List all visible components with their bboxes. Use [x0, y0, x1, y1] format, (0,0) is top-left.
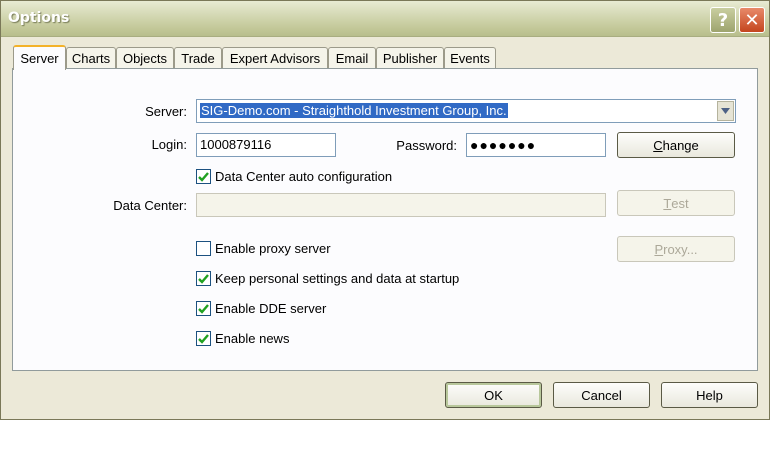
password-label: Password: [396, 138, 457, 153]
close-button[interactable]: ✕ [739, 7, 765, 33]
data-center-label: Data Center: [113, 198, 187, 213]
tab-label: Trade [181, 51, 215, 66]
login-field[interactable]: 1000879116 [196, 133, 336, 157]
change-accel-key: C [653, 137, 663, 153]
title-bar[interactable]: Options ? ✕ [1, 1, 769, 37]
server-combobox[interactable]: SIG-Demo.com - Straighthold Investment G… [196, 99, 736, 123]
help-icon: ? [717, 9, 729, 31]
cancel-label: Cancel [581, 387, 622, 403]
tab-label: Objects [122, 51, 168, 66]
checkbox-label: Keep personal settings and data at start… [215, 271, 460, 286]
test-accel-key: T [663, 195, 672, 211]
checkbox-box[interactable] [196, 271, 211, 286]
tab-label: Expert Advisors [229, 51, 321, 66]
tab-label: Charts [71, 51, 111, 66]
password-field[interactable]: ●●●●●●● [466, 133, 606, 157]
server-tab-panel: Server: SIG-Demo.com - Straighthold Inve… [12, 68, 758, 371]
tab-charts[interactable]: Charts [66, 47, 116, 69]
proxy-accel-key: P [654, 241, 664, 257]
help-title-button[interactable]: ? [710, 7, 736, 33]
close-icon: ✕ [744, 9, 760, 31]
help-label: Help [696, 387, 723, 403]
tab-events[interactable]: Events [444, 47, 496, 69]
enable-proxy-checkbox[interactable]: Enable proxy server [196, 241, 331, 256]
checkbox-label: Data Center auto configuration [215, 169, 393, 184]
change-label: hange [662, 137, 699, 153]
checkbox-box[interactable] [196, 331, 211, 346]
checkbox-label: Enable DDE server [215, 301, 327, 316]
proxy-label: roxy... [663, 241, 698, 257]
tab-expert-advisors[interactable]: Expert Advisors [222, 47, 328, 69]
tab-server[interactable]: Server [13, 45, 66, 70]
tab-label: Email [335, 51, 369, 66]
test-label: est [671, 195, 689, 211]
dropdown-arrow-icon[interactable] [717, 101, 734, 121]
tab-label: Publisher [382, 51, 438, 66]
keep-settings-checkbox[interactable]: Keep personal settings and data at start… [196, 271, 459, 286]
checkbox-box[interactable] [196, 301, 211, 316]
tab-publisher[interactable]: Publisher [376, 47, 444, 69]
password-value: ●●●●●●● [470, 137, 537, 153]
tab-email[interactable]: Email [328, 47, 376, 69]
proxy-button: Proxy... [617, 236, 735, 262]
tab-label: Server [20, 51, 59, 66]
tab-objects[interactable]: Objects [116, 47, 174, 69]
ok-label: OK [484, 387, 503, 403]
login-label: Login: [151, 137, 187, 152]
server-value: SIG-Demo.com - Straighthold Investment G… [200, 103, 508, 118]
cancel-button[interactable]: Cancel [553, 382, 650, 408]
help-button[interactable]: Help [661, 382, 758, 408]
checkbox-box[interactable] [196, 241, 211, 256]
test-button: Test [617, 190, 735, 216]
checkbox-label: Enable news [215, 331, 290, 346]
data-center-auto-checkbox[interactable]: Data Center auto configuration [196, 169, 392, 184]
tab-trade[interactable]: Trade [174, 47, 222, 69]
data-center-field [196, 193, 606, 217]
tab-label: Events [450, 51, 490, 66]
enable-news-checkbox[interactable]: Enable news [196, 331, 289, 346]
checkbox-box[interactable] [196, 169, 211, 184]
change-button[interactable]: Change [617, 132, 735, 158]
checkbox-label: Enable proxy server [215, 241, 331, 256]
server-label: Server: [145, 104, 187, 119]
ok-button[interactable]: OK [445, 382, 542, 408]
window-title: Options [8, 10, 70, 26]
login-value: 1000879116 [200, 137, 272, 152]
options-dialog: Options ? ✕ Server Charts Objects Trade … [0, 0, 770, 420]
enable-dde-checkbox[interactable]: Enable DDE server [196, 301, 326, 316]
